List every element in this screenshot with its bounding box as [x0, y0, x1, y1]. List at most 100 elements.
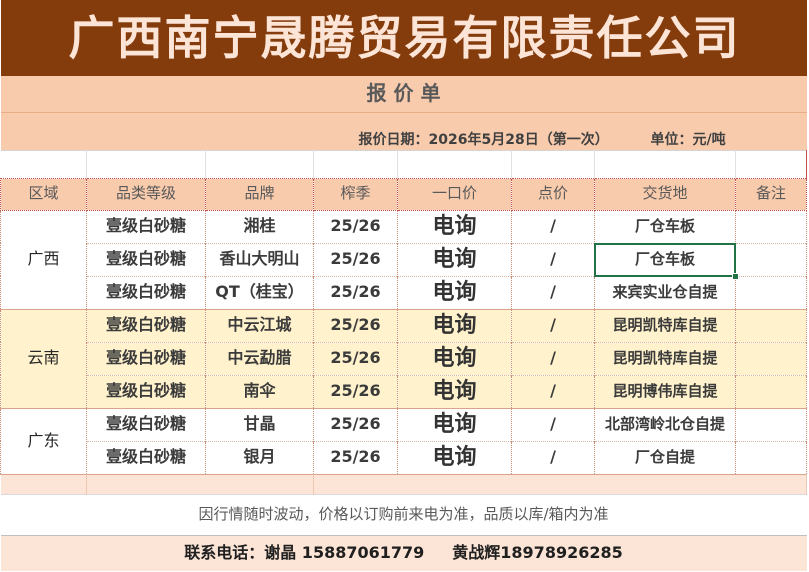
- brand-cell[interactable]: QT（桂宝）: [205, 275, 314, 309]
- brand-cell[interactable]: 银月: [205, 440, 314, 474]
- basis-price-cell[interactable]: /: [511, 440, 595, 474]
- remark-cell[interactable]: [735, 209, 807, 243]
- column-header-region[interactable]: 区域: [0, 177, 87, 211]
- grade-cell[interactable]: 壹级白砂糖: [86, 440, 206, 474]
- remark-cell[interactable]: [735, 440, 807, 474]
- column-header-price[interactable]: 一口价: [397, 177, 512, 211]
- contact-cell[interactable]: 联系电话：谢晶 15887061779 黄战辉18978926285: [0, 534, 807, 571]
- basis-price-cell[interactable]: /: [511, 209, 595, 243]
- remark-cell[interactable]: [735, 407, 807, 441]
- remark-cell[interactable]: [735, 242, 807, 276]
- blank-row: [0, 149, 807, 178]
- empty-cell[interactable]: [735, 149, 807, 178]
- brand-cell[interactable]: 南伞: [205, 374, 314, 408]
- contact-primary: 联系电话：谢晶 15887061779: [184, 543, 425, 563]
- basis-price-cell[interactable]: /: [511, 242, 595, 276]
- contact-secondary: 黄战辉18978926285: [452, 543, 623, 563]
- basis-price-cell[interactable]: /: [511, 341, 595, 375]
- remark-cell[interactable]: [735, 275, 807, 309]
- empty-cell[interactable]: [313, 149, 398, 178]
- selected-delivery-cell[interactable]: 厂仓车板: [594, 242, 739, 280]
- contact-row: 联系电话：谢晶 15887061779 黄战辉18978926285: [0, 534, 807, 571]
- column-header-delivery[interactable]: 交货地: [594, 177, 736, 211]
- season-cell[interactable]: 25/26: [313, 242, 398, 276]
- basis-price-cell[interactable]: /: [511, 407, 595, 441]
- sheet-title[interactable]: 报 价 单: [0, 76, 807, 113]
- grade-cell[interactable]: 壹级白砂糖: [86, 341, 206, 375]
- price-cell[interactable]: 电询: [397, 407, 512, 441]
- brand-cell[interactable]: 中云江城: [205, 308, 314, 342]
- basis-price-cell[interactable]: /: [511, 308, 595, 342]
- basis-price-cell[interactable]: /: [511, 275, 595, 309]
- title-row: 广西南宁晟腾贸易有限责任公司: [0, 0, 807, 76]
- brand-cell[interactable]: 湘桂: [205, 209, 314, 243]
- grade-cell[interactable]: 壹级白砂糖: [86, 374, 206, 408]
- empty-cell[interactable]: [511, 149, 595, 178]
- price-cell[interactable]: 电询: [397, 209, 512, 243]
- region-cell[interactable]: 广西: [0, 209, 87, 309]
- quote-sheet: 广西南宁晟腾贸易有限责任公司 报 价 单 报价日期：2026年5月28日（第一次…: [0, 0, 807, 571]
- season-cell[interactable]: 25/26: [313, 209, 398, 243]
- empty-cell[interactable]: [0, 473, 87, 494]
- delivery-cell[interactable]: 来宾实业仓自提: [594, 275, 736, 309]
- empty-cell[interactable]: [397, 149, 512, 178]
- column-header-remark[interactable]: 备注: [735, 177, 807, 211]
- season-cell[interactable]: 25/26: [313, 374, 398, 408]
- empty-cell[interactable]: [86, 149, 206, 178]
- note-row: 因行情随时波动，价格以订购前来电为准，品质以库/箱内为准: [0, 493, 807, 535]
- sheet-title-row: 报 价 单: [0, 76, 807, 113]
- region-cell[interactable]: 云南: [0, 308, 87, 408]
- price-cell[interactable]: 电询: [397, 440, 512, 474]
- empty-cell[interactable]: [0, 149, 87, 178]
- price-cell[interactable]: 电询: [397, 308, 512, 342]
- spacer-row: [0, 473, 807, 494]
- season-cell[interactable]: 25/26: [313, 275, 398, 309]
- empty-cell[interactable]: [313, 473, 807, 494]
- delivery-cell[interactable]: 厂仓车板: [594, 209, 736, 243]
- table-row: 广东 壹级白砂糖 甘晶 25/26 电询 / 北部湾岭北仓自提: [0, 407, 807, 474]
- region-cell[interactable]: 广东: [0, 407, 87, 474]
- quote-date-cell[interactable]: 报价日期：2026年5月28日（第一次） 单位：元/吨: [0, 112, 807, 150]
- delivery-cell[interactable]: 北部湾岭北仓自提: [594, 407, 736, 441]
- season-cell[interactable]: 25/26: [313, 341, 398, 375]
- price-note[interactable]: 因行情随时波动，价格以订购前来电为准，品质以库/箱内为准: [0, 493, 807, 535]
- column-header-season[interactable]: 榨季: [313, 177, 398, 211]
- delivery-cell[interactable]: 昆明凯特库自提: [594, 341, 736, 375]
- season-cell[interactable]: 25/26: [313, 407, 398, 441]
- delivery-cell[interactable]: 昆明凯特库自提: [594, 308, 736, 342]
- brand-cell[interactable]: 中云勐腊: [205, 341, 314, 375]
- price-cell[interactable]: 电询: [397, 374, 512, 408]
- quote-date: 报价日期：2026年5月28日（第一次）: [358, 131, 609, 148]
- empty-cell[interactable]: [594, 149, 736, 178]
- table-row: 壹级白砂糖 银月 25/26 电询 / 厂仓自提: [1, 440, 807, 474]
- quote-date-row: 报价日期：2026年5月28日（第一次） 单位：元/吨: [0, 112, 807, 150]
- remark-cell[interactable]: [735, 308, 807, 342]
- remark-cell[interactable]: [735, 341, 807, 375]
- grade-cell[interactable]: 壹级白砂糖: [86, 308, 206, 342]
- remark-cell[interactable]: [735, 374, 807, 408]
- column-header-row: 区域 品类等级 品牌 榨季 一口价 点价 交货地 备注: [0, 177, 807, 211]
- grade-cell[interactable]: 壹级白砂糖: [86, 275, 206, 309]
- delivery-cell[interactable]: 昆明博伟库自提: [594, 374, 736, 408]
- season-cell[interactable]: 25/26: [313, 308, 398, 342]
- company-name[interactable]: 广西南宁晟腾贸易有限责任公司: [0, 0, 807, 76]
- price-cell[interactable]: 电询: [397, 341, 512, 375]
- column-header-brand[interactable]: 品牌: [205, 177, 314, 211]
- delivery-cell[interactable]: 厂仓自提: [594, 440, 736, 474]
- brand-cell[interactable]: 香山大明山: [205, 242, 314, 276]
- price-cell[interactable]: 电询: [397, 275, 512, 309]
- price-cell[interactable]: 电询: [397, 242, 512, 276]
- column-header-basis-price[interactable]: 点价: [511, 177, 595, 211]
- empty-cell[interactable]: [86, 473, 314, 494]
- grade-cell[interactable]: 壹级白砂糖: [86, 242, 206, 276]
- column-header-grade[interactable]: 品类等级: [86, 177, 206, 211]
- table-row: 壹级白砂糖 QT（桂宝） 25/26 电询 / 来宾实业仓自提: [1, 275, 807, 309]
- basis-price-cell[interactable]: /: [511, 374, 595, 408]
- brand-cell[interactable]: 甘晶: [205, 407, 314, 441]
- empty-cell[interactable]: [205, 149, 314, 178]
- grade-cell[interactable]: 壹级白砂糖: [86, 209, 206, 243]
- table-row: 壹级白砂糖 中云勐腊 25/26 电询 / 昆明凯特库自提: [1, 341, 807, 375]
- grade-cell[interactable]: 壹级白砂糖: [86, 407, 206, 441]
- table-row: 壹级白砂糖 南伞 25/26 电询 / 昆明博伟库自提: [1, 374, 807, 408]
- season-cell[interactable]: 25/26: [313, 440, 398, 474]
